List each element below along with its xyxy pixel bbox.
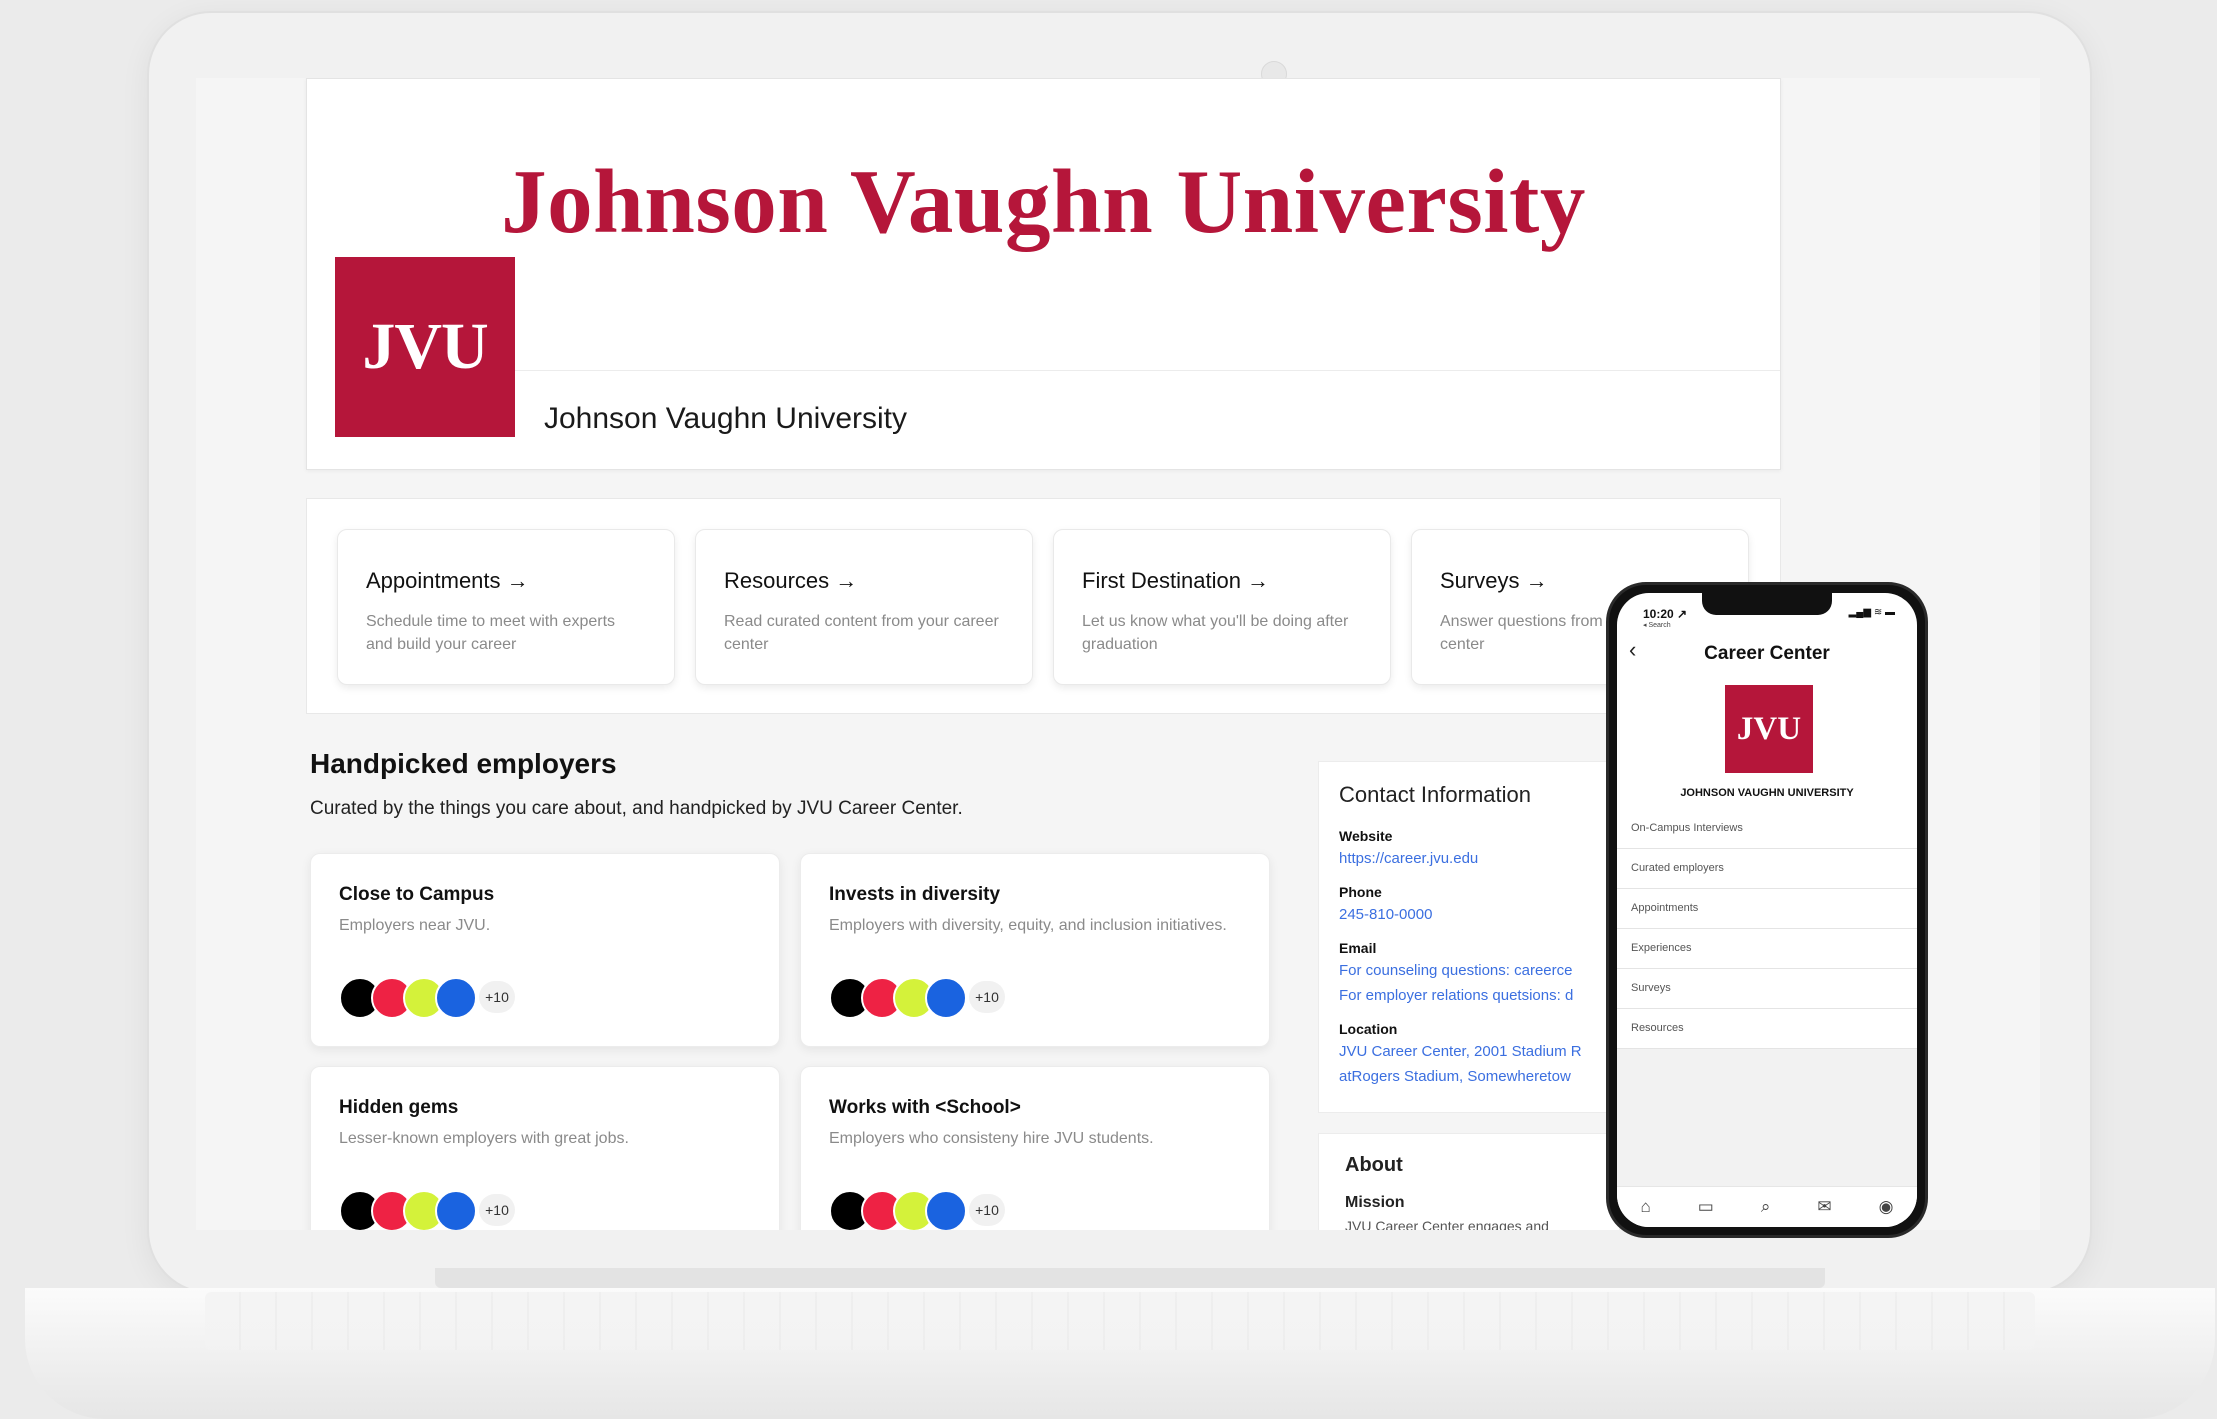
employer-collection-card[interactable]: Invests in diversity Employers with dive… <box>800 853 1270 1047</box>
menu-item-on-campus-interviews[interactable]: On-Campus Interviews <box>1617 809 1917 849</box>
handpicked-subtitle: Curated by the things you care about, an… <box>310 798 963 819</box>
mission-label: Mission <box>1345 1194 1405 1211</box>
status-time: 10:20 ↗ <box>1643 607 1688 621</box>
about-title: About <box>1345 1154 1403 1176</box>
phone-link[interactable]: 245-810-0000 <box>1339 906 1432 923</box>
menu-item-surveys[interactable]: Surveys <box>1617 969 1917 1009</box>
school-logo: JVU <box>335 257 515 437</box>
contact-information: Contact Information Website https://care… <box>1318 761 1620 1113</box>
laptop-base <box>25 1268 2215 1419</box>
phone-mockup: 10:20 ↗ ◂ Search ▂▄▆ ≋ ▬ ‹ Career Center… <box>1606 582 1928 1238</box>
menu-item-appointments[interactable]: Appointments <box>1617 889 1917 929</box>
collection-desc: Lesser-known employers with great jobs. <box>339 1130 629 1147</box>
website-label: Website <box>1339 828 1393 844</box>
phone-label: Phone <box>1339 884 1382 900</box>
phone-tab-bar: ⌂ ▭ ⌕ ✉ ◉ <box>1617 1186 1917 1227</box>
back-to-search[interactable]: ◂ Search <box>1643 621 1671 629</box>
calendar-icon[interactable]: ▭ <box>1698 1197 1714 1217</box>
collection-title: Works with <School> <box>829 1097 1021 1118</box>
phone-menu: On-Campus Interviews Curated employers A… <box>1617 809 1917 1195</box>
email-label: Email <box>1339 940 1377 956</box>
collection-title: Invests in diversity <box>829 884 1001 905</box>
more-count: +10 <box>479 981 515 1013</box>
location-label: Location <box>1339 1021 1398 1037</box>
school-name: Johnson Vaughn University <box>544 402 907 435</box>
appointments-card[interactable]: Appointments → Schedule time to meet wit… <box>337 529 675 685</box>
more-count: +10 <box>479 1194 515 1226</box>
location-line-2[interactable]: atRogers Stadium, Somewheretow <box>1339 1068 1571 1085</box>
card-title: Resources → <box>724 568 858 593</box>
about-section: About Mission JVU Career Center engages … <box>1318 1133 1620 1230</box>
location-line-1[interactable]: JVU Career Center, 2001 Stadium R <box>1339 1043 1582 1060</box>
menu-item-curated-employers[interactable]: Curated employers <box>1617 849 1917 889</box>
profile-icon[interactable]: ◉ <box>1879 1197 1894 1217</box>
home-icon[interactable]: ⌂ <box>1641 1197 1651 1217</box>
card-title: Appointments → <box>366 568 529 593</box>
employer-avatar <box>435 1190 477 1230</box>
employer-collection-card[interactable]: Hidden gems Lesser-known employers with … <box>310 1066 780 1230</box>
phone-logo-text: JVU <box>1736 710 1802 747</box>
collection-desc: Employers near JVU. <box>339 917 491 934</box>
email-link-counseling[interactable]: For counseling questions: careerce <box>1339 962 1572 979</box>
status-icons: ▂▄▆ ≋ ▬ <box>1848 607 1895 618</box>
phone-notch <box>1702 593 1832 615</box>
school-header: Johnson Vaughn University JVU Johnson Va… <box>306 78 1781 470</box>
more-count: +10 <box>969 981 1005 1013</box>
collection-title: Close to Campus <box>339 884 495 905</box>
email-link-employer[interactable]: For employer relations quetsions: d <box>1339 987 1573 1004</box>
employer-avatar <box>435 977 477 1019</box>
phone-page-title: Career Center <box>1704 643 1830 664</box>
contact-title: Contact Information <box>1339 782 1531 807</box>
card-desc: Read curated content from your career ce… <box>724 613 999 653</box>
card-desc: Let us know what you'll be doing after g… <box>1082 613 1349 653</box>
employer-collection-card[interactable]: Works with <School> Employers who consis… <box>800 1066 1270 1230</box>
phone-school-name: JOHNSON VAUGHN UNIVERSITY <box>1680 787 1854 799</box>
employer-collection-card[interactable]: Close to Campus Employers near JVU. +10 <box>310 853 780 1047</box>
employer-avatar <box>925 1190 967 1230</box>
first-destination-card[interactable]: First Destination → Let us know what you… <box>1053 529 1391 685</box>
keyboard-deck <box>205 1292 2035 1350</box>
resources-card[interactable]: Resources → Read curated content from yo… <box>695 529 1033 685</box>
collection-desc: Employers who consisteny hire JVU studen… <box>829 1130 1154 1147</box>
career-center-page: Johnson Vaughn University JVU Johnson Va… <box>306 78 1781 1230</box>
laptop-hinge <box>435 1268 1825 1288</box>
banner-title: Johnson Vaughn University <box>501 151 1586 252</box>
phone-screen: 10:20 ↗ ◂ Search ▂▄▆ ≋ ▬ ‹ Career Center… <box>1617 593 1917 1227</box>
quick-links: Appointments → Schedule time to meet wit… <box>306 498 1781 714</box>
website-link[interactable]: https://career.jvu.edu <box>1339 850 1478 867</box>
more-count: +10 <box>969 1194 1005 1226</box>
collection-desc: Employers with diversity, equity, and in… <box>829 917 1227 934</box>
menu-item-experiences[interactable]: Experiences <box>1617 929 1917 969</box>
mission-text: JVU Career Center engages and <box>1345 1218 1549 1230</box>
phone-school-logo: JVU <box>1725 685 1813 773</box>
card-title: First Destination → <box>1082 568 1270 593</box>
collection-title: Hidden gems <box>339 1097 459 1118</box>
inbox-icon[interactable]: ✉ <box>1817 1197 1831 1217</box>
header-divider <box>512 370 1780 371</box>
employer-avatar <box>925 977 967 1019</box>
card-desc: Schedule time to meet with experts and b… <box>366 613 616 653</box>
handpicked-title: Handpicked employers <box>310 748 617 779</box>
search-icon[interactable]: ⌕ <box>1761 1197 1771 1217</box>
logo-text: JVU <box>362 310 488 383</box>
menu-item-resources[interactable]: Resources <box>1617 1009 1917 1049</box>
card-title: Surveys → <box>1440 568 1548 593</box>
